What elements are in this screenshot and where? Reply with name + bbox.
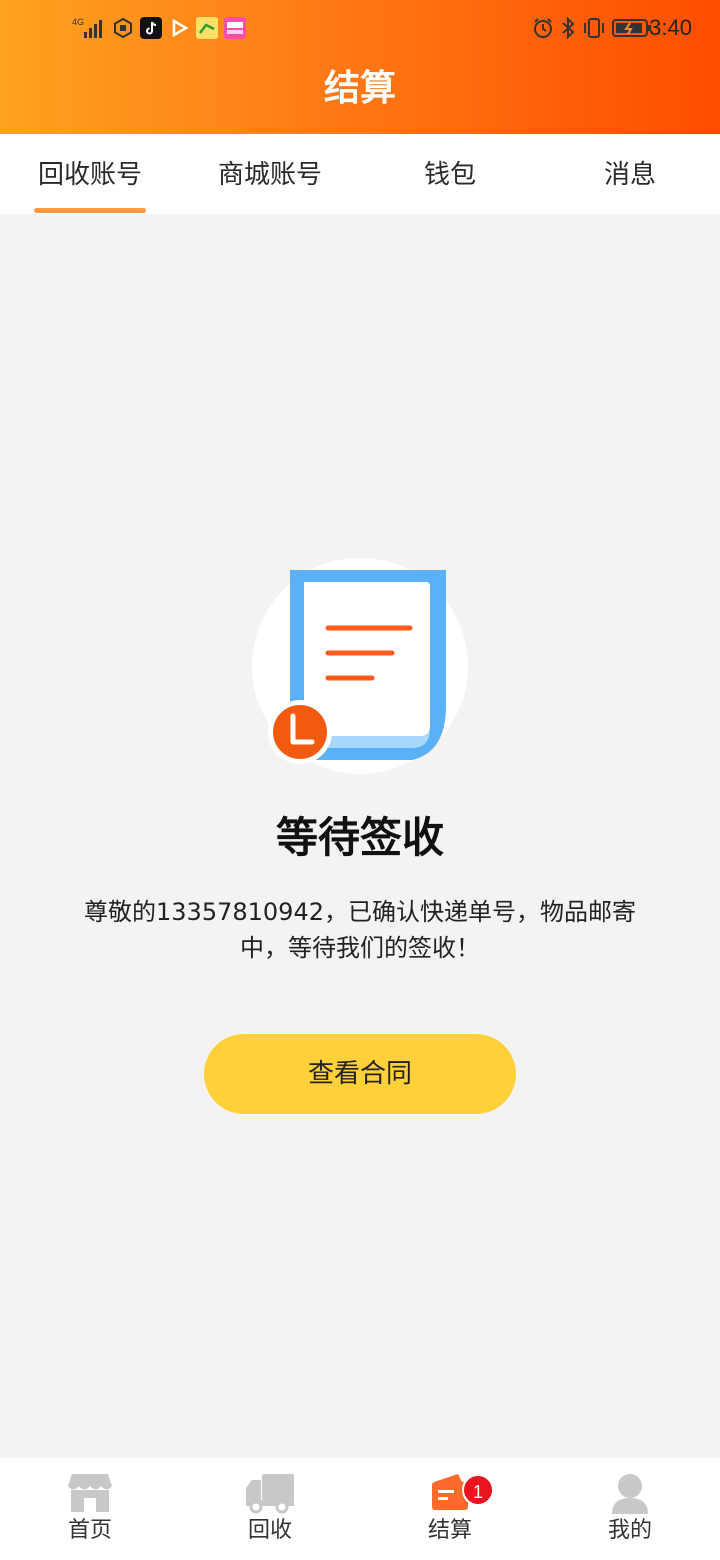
- yellow-app-icon: [196, 17, 218, 39]
- nav-item-settlement[interactable]: 结算: [360, 1458, 540, 1560]
- document-pending-icon: [252, 556, 472, 776]
- signal-icon: 4G: [72, 17, 102, 38]
- status-bar-left: 4G: [72, 14, 246, 42]
- nav-label-recycle: 回收: [247, 1518, 292, 1543]
- status-bar-right: [532, 14, 652, 42]
- tab-active-indicator: [34, 208, 146, 213]
- nav-item-mine[interactable]: 我的: [540, 1458, 720, 1560]
- tab-mall-account[interactable]: 商城账号: [180, 134, 360, 214]
- pink-app-icon: [224, 17, 246, 39]
- app-header: 4G 3:40 结算: [0, 0, 720, 134]
- svg-text:4G: 4G: [72, 17, 84, 27]
- tab-recycle-account[interactable]: 回收账号: [0, 134, 180, 214]
- nav-label-home: 首页: [67, 1518, 112, 1543]
- nav-label-mine: 我的: [607, 1518, 652, 1543]
- vibrate-icon: [584, 18, 604, 38]
- view-contract-button[interactable]: 查看合同: [204, 1034, 516, 1114]
- user-icon: [612, 1474, 648, 1514]
- status-time: 3:40: [649, 15, 692, 40]
- nav-label-settlement: 结算: [427, 1518, 472, 1543]
- status-description: 尊敬的13357810942，已确认快递单号，物品邮寄中，等待我们的签收！: [84, 898, 636, 962]
- play-app-icon: [172, 18, 189, 38]
- battery-icon: [612, 19, 651, 37]
- bottom-nav: 首页 回收 结算 我的: [0, 1458, 720, 1560]
- tab-bar: 回收账号 商城账号 钱包 消息: [0, 134, 720, 214]
- bluetooth-icon: [562, 17, 575, 39]
- tab-wallet[interactable]: 钱包: [360, 134, 540, 214]
- tab-messages[interactable]: 消息: [540, 134, 720, 214]
- tiktok-icon: [140, 17, 162, 39]
- status-title: 等待签收: [275, 813, 444, 862]
- nav-item-home[interactable]: 首页: [0, 1458, 180, 1560]
- store-icon: [68, 1474, 112, 1512]
- status-bar: 4G 3:40: [0, 0, 720, 56]
- truck-icon: [246, 1474, 294, 1514]
- nav-item-recycle[interactable]: 回收: [180, 1458, 360, 1560]
- page-title: 结算: [323, 68, 396, 109]
- alarm-icon: [534, 18, 552, 38]
- hexagon-app-icon: [114, 17, 132, 39]
- settlement-badge: 1: [462, 1474, 494, 1506]
